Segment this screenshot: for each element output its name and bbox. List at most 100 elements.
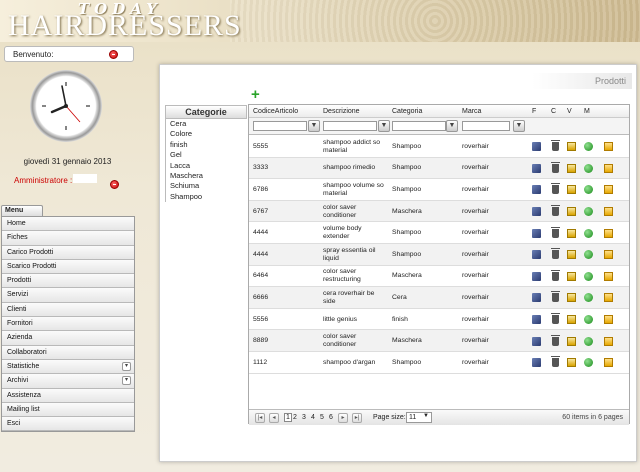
edit-icon[interactable] (532, 250, 541, 260)
refresh-icon[interactable] (584, 336, 593, 346)
envelope-icon[interactable] (604, 163, 613, 173)
filter-categoria-icon[interactable]: ▼ (446, 120, 458, 132)
envelope-icon[interactable] (604, 207, 613, 217)
trash-icon[interactable] (551, 140, 560, 152)
table-row[interactable]: 6786 shampoo volume so material Shampoo rov… (249, 179, 629, 201)
trash-icon[interactable] (551, 356, 560, 368)
page-number[interactable]: 4 (311, 414, 315, 421)
envelope-icon[interactable] (604, 358, 613, 368)
filter-categoria-input[interactable] (392, 121, 446, 131)
view-icon[interactable] (567, 142, 576, 152)
trash-icon[interactable] (551, 161, 560, 173)
menu-item[interactable]: Home (2, 217, 134, 232)
admin-logout-icon[interactable] (110, 180, 119, 189)
menu-item[interactable]: Mailing list (2, 402, 134, 418)
table-row[interactable]: 6666 cera roverhair be side Cera roverhair (249, 287, 629, 309)
menu-item[interactable]: Azienda (2, 331, 134, 346)
add-product-icon[interactable]: + (251, 87, 260, 102)
refresh-icon[interactable] (584, 207, 593, 217)
edit-icon[interactable] (532, 271, 541, 281)
trash-icon[interactable] (551, 291, 560, 303)
trash-icon[interactable] (551, 334, 560, 346)
view-icon[interactable] (567, 315, 576, 325)
page-number[interactable]: 3 (302, 414, 306, 421)
envelope-icon[interactable] (604, 250, 613, 260)
refresh-icon[interactable] (584, 185, 593, 195)
menu-tab[interactable]: Menu (1, 205, 43, 216)
category-item[interactable]: Gel (165, 150, 247, 161)
category-item[interactable]: Maschera (165, 170, 247, 182)
menu-item[interactable]: Fiches (2, 231, 134, 246)
logout-icon[interactable] (109, 50, 118, 59)
view-icon[interactable] (567, 358, 576, 368)
view-icon[interactable] (567, 228, 576, 238)
edit-icon[interactable] (532, 228, 541, 238)
edit-icon[interactable] (532, 293, 541, 303)
table-row[interactable]: 1112 shampoo d'argan Shampoo roverhair (249, 352, 629, 374)
edit-icon[interactable] (532, 142, 541, 152)
prev-page-button[interactable]: ◂ (269, 413, 279, 423)
envelope-icon[interactable] (604, 293, 613, 303)
category-item[interactable]: Shampoo (165, 191, 247, 203)
col-header-descrizione[interactable]: Descrizione (323, 105, 360, 118)
refresh-icon[interactable] (584, 315, 593, 325)
filter-descrizione-icon[interactable]: ▼ (378, 120, 390, 132)
trash-icon[interactable] (551, 269, 560, 281)
page-number[interactable]: 1 (284, 413, 292, 422)
menu-item[interactable]: Collaboratori (2, 345, 134, 360)
table-row[interactable]: 6767 color saver conditioner Maschera rover… (249, 200, 629, 223)
refresh-icon[interactable] (584, 228, 593, 238)
trash-icon[interactable] (551, 205, 560, 217)
view-icon[interactable] (567, 207, 576, 217)
category-item[interactable]: Schiuma (165, 181, 247, 192)
view-icon[interactable] (567, 163, 576, 173)
filter-descrizione-input[interactable] (323, 121, 377, 131)
menu-item[interactable]: Archivi ▾ (2, 374, 134, 389)
refresh-icon[interactable] (584, 271, 593, 281)
envelope-icon[interactable] (604, 142, 613, 152)
menu-item[interactable]: Esci (2, 417, 134, 432)
filter-codice-input[interactable] (253, 121, 307, 131)
category-item[interactable]: Lacca (165, 160, 247, 171)
refresh-icon[interactable] (584, 142, 593, 152)
refresh-icon[interactable] (584, 163, 593, 173)
edit-icon[interactable] (532, 163, 541, 173)
edit-icon[interactable] (532, 358, 541, 368)
chevron-down-icon[interactable]: ▾ (122, 361, 131, 371)
view-icon[interactable] (567, 250, 576, 260)
refresh-icon[interactable] (584, 250, 593, 260)
page-number[interactable]: 2 (293, 414, 297, 421)
edit-icon[interactable] (532, 315, 541, 325)
view-icon[interactable] (567, 336, 576, 346)
menu-item[interactable]: Scarico Prodotti (2, 259, 134, 275)
col-header-marca[interactable]: Marca (462, 105, 481, 118)
chevron-down-icon[interactable]: ▾ (122, 376, 131, 386)
page-number[interactable]: 6 (329, 414, 333, 421)
last-page-button[interactable]: ▸| (352, 413, 362, 423)
table-row[interactable]: 5556 little genius finish roverhair (249, 309, 629, 331)
refresh-icon[interactable] (584, 293, 593, 303)
page-size-select[interactable]: 11 ▼ (406, 412, 432, 423)
envelope-icon[interactable] (604, 315, 613, 325)
table-row[interactable]: 5555 shampoo addict so material Shampoo rov… (249, 136, 629, 158)
category-item[interactable]: Colore (165, 129, 247, 140)
view-icon[interactable] (567, 293, 576, 303)
refresh-icon[interactable] (584, 358, 593, 368)
menu-item[interactable]: Clienti (2, 302, 134, 318)
edit-icon[interactable] (532, 207, 541, 217)
menu-item[interactable]: Fornitori (2, 317, 134, 332)
edit-icon[interactable] (532, 185, 541, 195)
envelope-icon[interactable] (604, 228, 613, 238)
filter-codice-icon[interactable]: ▼ (308, 120, 320, 132)
first-page-button[interactable]: |◂ (255, 413, 265, 423)
filter-marca-input[interactable] (462, 121, 510, 131)
table-row[interactable]: 8889 color saver conditioner Maschera rover… (249, 330, 629, 352)
view-icon[interactable] (567, 271, 576, 281)
trash-icon[interactable] (551, 248, 560, 260)
table-row[interactable]: 3333 shampoo rimedio Shampoo roverhair (249, 157, 629, 180)
page-number[interactable]: 5 (320, 414, 324, 421)
trash-icon[interactable] (551, 313, 560, 325)
col-header-codice[interactable]: CodiceArticolo (253, 105, 298, 118)
menu-item[interactable]: Prodotti (2, 274, 134, 289)
table-row[interactable]: 4444 spray essentia oil liquid Shampoo rove… (249, 244, 629, 266)
